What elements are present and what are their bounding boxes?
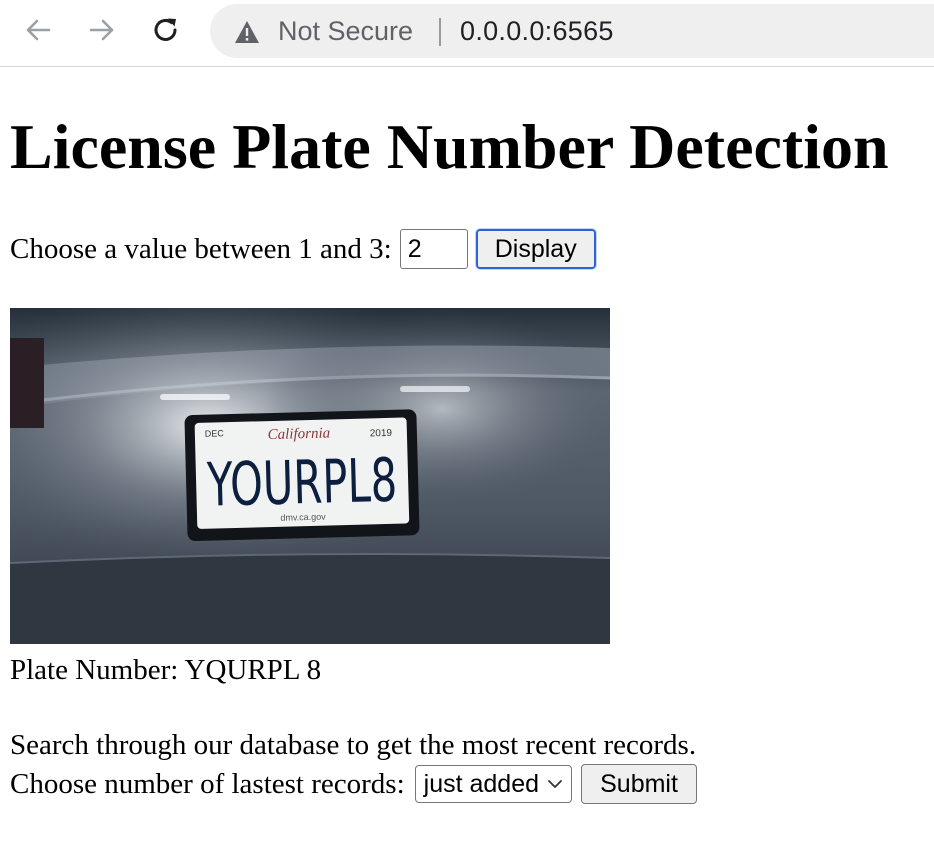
records-select-value: just added (423, 769, 540, 798)
reload-button[interactable] (148, 12, 184, 48)
svg-text:YOURPL8: YOURPL8 (206, 446, 399, 521)
page-title: License Plate Number Detection (10, 111, 889, 182)
forward-button[interactable] (84, 12, 120, 48)
submit-button[interactable]: Submit (581, 764, 698, 804)
display-button[interactable]: Display (474, 228, 597, 270)
reload-icon (154, 18, 177, 41)
address-bar-divider (439, 18, 441, 46)
arrow-left-icon (26, 19, 51, 41)
svg-text:2019: 2019 (370, 428, 393, 440)
svg-text:California: California (267, 425, 330, 443)
value-input[interactable] (399, 229, 468, 269)
plate-number-result: Plate Number: YQURPL 8 (10, 654, 322, 686)
security-status-label[interactable]: Not Secure (278, 16, 413, 46)
chevron-down-icon (548, 780, 562, 788)
svg-text:dmv.ca.gov: dmv.ca.gov (280, 512, 326, 523)
license-plate-image: DEC California 2019 YOURPL8 dmv.ca.gov (10, 308, 610, 644)
records-label: Choose number of lastest records: (10, 767, 405, 800)
records-select[interactable]: just added (414, 765, 573, 803)
records-form: Choose number of lastest records: just a… (10, 764, 698, 804)
url-text[interactable]: 0.0.0.0:6565 (460, 16, 614, 46)
back-button[interactable] (20, 12, 56, 48)
arrow-right-icon (89, 19, 114, 41)
search-description: Search through our database to get the m… (10, 729, 697, 761)
address-bar[interactable]: Not Secure 0.0.0.0:6565 (210, 4, 934, 58)
value-form: Choose a value between 1 and 3: Display (10, 228, 597, 270)
browser-toolbar: Not Secure 0.0.0.0:6565 (0, 0, 934, 67)
warning-triangle-icon[interactable] (234, 20, 260, 44)
svg-text:DEC: DEC (205, 428, 225, 439)
value-label: Choose a value between 1 and 3: (10, 232, 392, 265)
